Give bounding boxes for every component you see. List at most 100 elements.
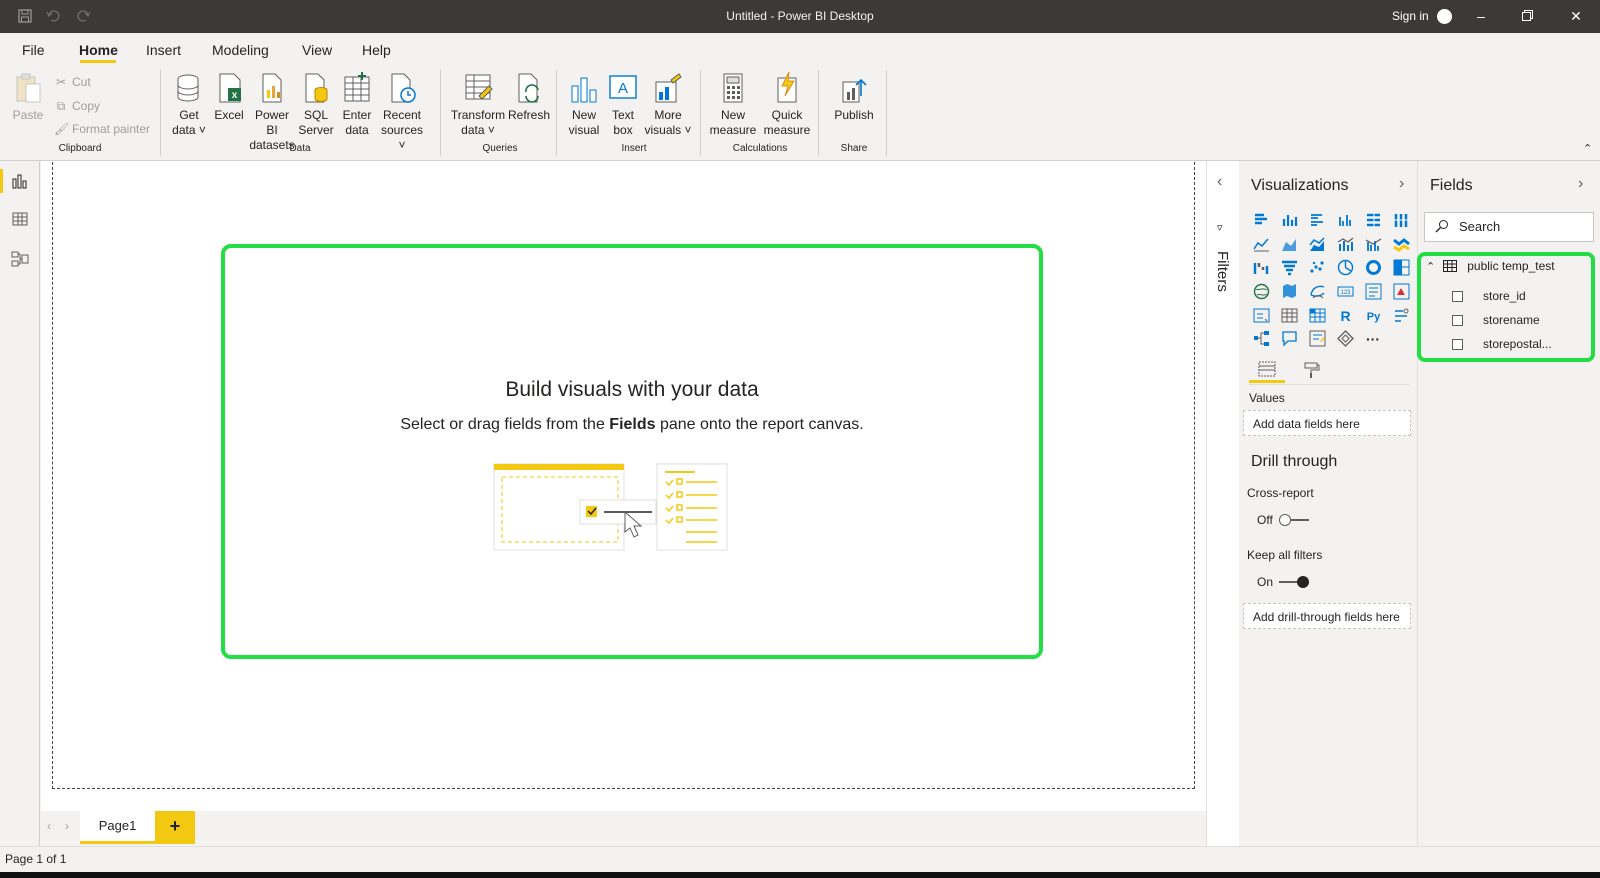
100-stacked-column-chart-icon[interactable] [1387, 209, 1415, 233]
python-visual-icon[interactable]: Py [1359, 303, 1387, 327]
tab-insert[interactable]: Insert [146, 42, 181, 58]
sign-in-link[interactable]: Sign in [1392, 9, 1429, 23]
chevron-right-icon[interactable]: › [65, 819, 69, 833]
page-tab[interactable]: Page1 [80, 811, 155, 844]
minimize-icon[interactable]: – [1466, 6, 1496, 26]
transform-data-button[interactable]: Transform data ˅ [450, 72, 506, 138]
scatter-chart-icon[interactable] [1303, 256, 1331, 280]
tab-file[interactable]: File [22, 42, 45, 58]
report-view-icon[interactable] [0, 163, 40, 199]
field-item[interactable]: storepostal... [1452, 337, 1552, 351]
fields-title: Fields [1430, 177, 1473, 194]
funnel-chart-icon[interactable] [1275, 256, 1303, 280]
line-and-clustered-column-icon[interactable] [1359, 233, 1387, 257]
tab-home[interactable]: Home [79, 42, 118, 58]
decomposition-tree-icon[interactable] [1247, 327, 1275, 351]
stacked-column-chart-icon[interactable] [1275, 209, 1303, 233]
ribbon-chart-icon[interactable] [1387, 233, 1415, 257]
undo-icon[interactable] [45, 9, 61, 25]
power-bi-datasets-button[interactable]: Power BI datasets [248, 72, 296, 153]
field-checkbox[interactable] [1452, 338, 1463, 350]
paginated-report-icon[interactable] [1331, 327, 1359, 351]
chevron-up-icon[interactable]: ⌃ [1426, 260, 1435, 273]
chevron-right-icon[interactable]: › [1399, 175, 1404, 193]
field-item[interactable]: storename [1452, 313, 1540, 327]
field-item[interactable]: store_id [1452, 289, 1526, 303]
avatar[interactable] [1437, 9, 1452, 24]
filled-map-icon[interactable] [1275, 280, 1303, 304]
stacked-bar-chart-icon[interactable] [1247, 209, 1275, 233]
multi-row-card-icon[interactable] [1359, 280, 1387, 304]
format-tab[interactable] [1293, 357, 1329, 383]
key-influencers-icon[interactable] [1387, 303, 1415, 327]
100-stacked-bar-chart-icon[interactable] [1359, 209, 1387, 233]
tab-modeling[interactable]: Modeling [212, 42, 269, 58]
cross-report-toggle[interactable]: Off [1257, 513, 1309, 527]
restore-icon[interactable] [1512, 6, 1542, 26]
redo-icon[interactable] [76, 9, 92, 25]
table-visual-icon[interactable] [1275, 303, 1303, 327]
donut-chart-icon[interactable] [1359, 256, 1387, 280]
more-visuals-button[interactable]: More visuals ˅ [644, 72, 692, 138]
data-view-icon[interactable] [0, 201, 40, 237]
waterfall-chart-icon[interactable] [1247, 256, 1275, 280]
line-and-stacked-column-icon[interactable] [1331, 233, 1359, 257]
empty-state-heading: Build visuals with your data [505, 378, 759, 401]
r-script-visual-icon[interactable]: R [1331, 303, 1359, 327]
database-icon [177, 74, 199, 102]
title-bar: Untitled - Power BI Desktop Sign in – ✕ [0, 0, 1600, 33]
keep-all-filters-toggle[interactable]: On [1257, 575, 1310, 589]
refresh-button[interactable]: Refresh [508, 72, 550, 123]
treemap-icon[interactable] [1387, 256, 1415, 280]
drill-through-drop-well[interactable]: Add drill-through fields here [1243, 603, 1411, 629]
get-data-button[interactable]: Get data ˅ [170, 72, 208, 138]
chevron-right-icon[interactable]: › [1578, 175, 1583, 193]
tab-help[interactable]: Help [362, 42, 391, 58]
visualizations-title: Visualizations [1251, 177, 1349, 194]
slicer-icon[interactable] [1247, 303, 1275, 327]
enter-data-button[interactable]: Enter data [340, 72, 374, 138]
shape-map-icon[interactable] [1303, 280, 1331, 304]
more-visuals-icon[interactable]: ··· [1359, 327, 1387, 351]
add-page-button[interactable]: + [155, 811, 195, 844]
model-view-icon[interactable] [0, 241, 40, 277]
fields-well-tab[interactable] [1249, 357, 1285, 383]
quick-measure-button[interactable]: Quick measure [762, 72, 812, 138]
area-chart-icon[interactable] [1275, 233, 1303, 257]
recent-sources-button[interactable]: Recent sources ˅ [376, 72, 428, 153]
close-icon[interactable]: ✕ [1561, 6, 1591, 26]
pie-chart-icon[interactable] [1331, 256, 1359, 280]
matrix-icon[interactable] [1303, 303, 1331, 327]
new-measure-button[interactable]: New measure [708, 72, 758, 138]
map-icon[interactable] [1247, 280, 1275, 304]
save-icon[interactable] [17, 9, 33, 25]
collapse-ribbon-icon[interactable]: ⌃ [1583, 142, 1592, 155]
group-label-queries: Queries [482, 143, 518, 154]
card-icon[interactable]: 123 [1331, 280, 1359, 304]
cut-button[interactable]: ✂ Cut [54, 75, 91, 89]
paste-button[interactable]: Paste [10, 72, 46, 123]
excel-button[interactable]: x Excel [212, 72, 246, 123]
chevron-left-icon[interactable]: ‹ [1217, 173, 1222, 191]
clustered-column-chart-icon[interactable] [1331, 209, 1359, 233]
table-node[interactable]: ⌃ public temp_test [1426, 259, 1555, 273]
tab-view[interactable]: View [302, 42, 332, 58]
text-box-button[interactable]: A Text box [606, 72, 640, 138]
new-visual-button[interactable]: New visual [566, 72, 602, 138]
field-checkbox[interactable] [1452, 290, 1463, 302]
qa-visual-icon[interactable] [1275, 327, 1303, 351]
stacked-area-chart-icon[interactable] [1303, 233, 1331, 257]
filters-pane-collapsed[interactable]: ‹ ▿ Filters [1206, 161, 1239, 846]
fields-search-input[interactable]: Search [1424, 212, 1594, 242]
format-painter-button[interactable]: 🖌 Format painter [54, 122, 150, 136]
sql-server-button[interactable]: SQL Server [298, 72, 334, 138]
values-drop-well[interactable]: Add data fields here [1243, 410, 1411, 436]
clustered-bar-chart-icon[interactable] [1303, 209, 1331, 233]
copy-button[interactable]: ⧉ Copy [54, 99, 100, 114]
publish-button[interactable]: Publish [832, 72, 876, 123]
field-checkbox[interactable] [1452, 314, 1463, 326]
smart-narrative-icon[interactable] [1303, 327, 1331, 351]
kpi-icon[interactable] [1387, 280, 1415, 304]
line-chart-icon[interactable] [1247, 233, 1275, 257]
chevron-left-icon[interactable]: ‹ [47, 819, 51, 833]
